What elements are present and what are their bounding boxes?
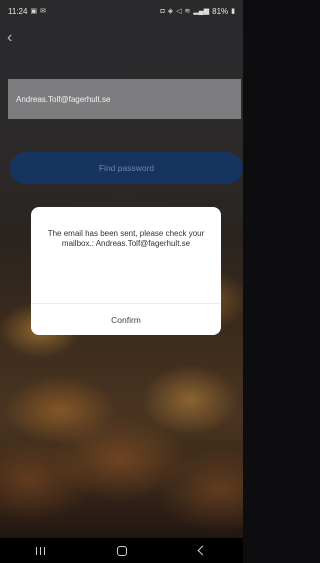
status-bar: 11:24 ▣ ✉ ◘ ◈ ◁ ≋ ▂▄▆ 81% ▮ bbox=[0, 0, 243, 22]
nfc-icon: ◘ bbox=[160, 7, 165, 15]
status-time: 11:24 bbox=[8, 6, 28, 16]
status-left: 11:24 ▣ ✉ bbox=[8, 7, 46, 16]
back-icon bbox=[197, 545, 208, 556]
signal-icon: ▂▄▆ bbox=[193, 8, 210, 15]
email-field[interactable] bbox=[8, 79, 241, 119]
vibrate-icon: ◈ bbox=[167, 8, 174, 15]
dialog-message: The email has been sent, please check yo… bbox=[47, 229, 205, 248]
recent-apps-button[interactable] bbox=[21, 538, 61, 563]
system-nav-bar bbox=[0, 538, 243, 563]
wifi-icon: ≋ bbox=[184, 8, 191, 15]
battery-icon: ▮ bbox=[231, 8, 235, 15]
back-button[interactable] bbox=[183, 538, 223, 563]
battery-percentage: 81% bbox=[212, 6, 229, 16]
find-password-button[interactable]: Find password bbox=[10, 152, 243, 184]
mute-icon: ◁ bbox=[176, 8, 182, 15]
confirm-button[interactable]: Confirm bbox=[31, 304, 221, 335]
home-button[interactable] bbox=[102, 538, 142, 563]
status-right: ◘ ◈ ◁ ≋ ▂▄▆ 81% ▮ bbox=[161, 7, 236, 16]
image-icon: ▣ bbox=[30, 8, 38, 15]
back-arrow-icon[interactable]: ‹ bbox=[7, 30, 21, 46]
mail-icon: ✉ bbox=[40, 8, 46, 15]
email-sent-dialog: The email has been sent, please check yo… bbox=[31, 207, 221, 335]
recent-apps-icon bbox=[36, 546, 45, 555]
home-icon bbox=[116, 545, 127, 556]
app-screen: 11:24 ▣ ✉ ◘ ◈ ◁ ≋ ▂▄▆ 81% ▮ ‹ Find passw… bbox=[0, 0, 243, 563]
